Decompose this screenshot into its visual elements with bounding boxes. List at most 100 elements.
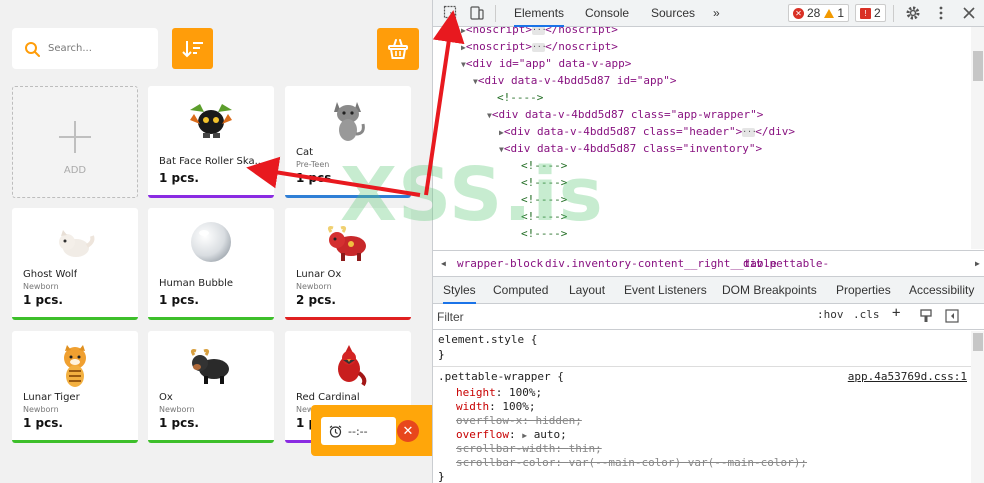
dom-node[interactable]: ▶<noscript>···</noscript> xyxy=(461,38,618,55)
tab-elements[interactable]: Elements xyxy=(514,0,565,27)
element-style-rule[interactable]: element.style { xyxy=(438,333,537,347)
tab-accessibility[interactable]: Accessibility xyxy=(909,277,974,304)
paint-brush-icon[interactable] xyxy=(919,309,933,323)
hover-state-toggle[interactable]: :hov xyxy=(817,308,844,321)
pet-name: Lunar Tiger xyxy=(23,392,80,403)
dom-comment[interactable]: <!----> xyxy=(497,89,543,106)
error-icon: ✕ xyxy=(793,7,804,19)
dom-comment[interactable]: <!----> xyxy=(521,191,567,208)
cat-icon xyxy=(323,96,373,144)
styles-pane[interactable]: element.style { } .pettable-wrapper { ap… xyxy=(433,331,971,483)
css-property[interactable]: height: 100%; xyxy=(456,386,542,400)
dom-comment[interactable]: <!----> xyxy=(521,208,567,225)
pet-card[interactable]: Human Bubble 1 pcs. xyxy=(148,208,274,320)
breadcrumb-right-arrow-icon[interactable]: ▶ xyxy=(975,251,980,277)
pet-quantity: 2 pcs. xyxy=(296,293,336,307)
inspect-element-icon[interactable] xyxy=(443,5,459,21)
pet-name: Red Cardinal xyxy=(296,392,360,403)
class-toggle[interactable]: .cls xyxy=(853,308,880,321)
dom-node[interactable]: ▼<div data-v-4bdd5d87 class="inventory"> xyxy=(499,140,762,157)
timer-widget: --:-- ✕ xyxy=(311,405,432,456)
style-rule-selector[interactable]: .pettable-wrapper { xyxy=(438,370,564,384)
rule-close-brace: } xyxy=(438,348,445,361)
tab-event-listeners[interactable]: Event Listeners xyxy=(624,277,707,304)
dom-node[interactable]: ▼<div id="app" data-v-app> xyxy=(461,55,631,72)
tab-dom-breakpoints[interactable]: DOM Breakpoints xyxy=(722,277,817,304)
red-cardinal-icon xyxy=(323,341,373,389)
styles-filter-input[interactable] xyxy=(437,307,807,327)
css-property[interactable]: overflow: ▶ auto; xyxy=(456,428,567,442)
ghost-wolf-icon xyxy=(50,218,100,266)
pet-card[interactable]: Bat Face Roller Ska... 1 pcs. xyxy=(148,86,274,198)
issue-icon: ! xyxy=(860,7,871,19)
pet-age: Newborn xyxy=(23,282,59,291)
styles-scrollbar[interactable] xyxy=(971,331,984,483)
css-property-overridden[interactable]: overflow-x: hidden; xyxy=(456,414,582,428)
tab-layout[interactable]: Layout xyxy=(569,277,605,304)
pet-name: Cat xyxy=(296,147,314,158)
dom-comment[interactable]: <!----> xyxy=(521,225,567,242)
bat-face-roller-skates-icon xyxy=(186,96,236,144)
css-property-overridden[interactable]: scrollbar-color: var(--main-color) var(-… xyxy=(456,456,807,470)
close-devtools-icon[interactable] xyxy=(961,5,977,21)
pet-quantity: 1 pcs. xyxy=(23,416,63,430)
breadcrumb-left-arrow-icon[interactable]: ◀ xyxy=(441,251,446,277)
pet-card[interactable]: Ox Newborn 1 pcs. xyxy=(148,331,274,443)
tab-computed[interactable]: Computed xyxy=(493,277,548,304)
ox-icon xyxy=(186,341,236,389)
tab-sources[interactable]: Sources xyxy=(651,0,695,27)
styles-subtabs: Styles Computed Layout Event Listeners D… xyxy=(433,277,984,304)
styles-filter-bar: :hov .cls + xyxy=(433,304,984,330)
warning-count: 1 xyxy=(837,6,845,20)
search-icon xyxy=(25,41,40,57)
dom-scrollbar[interactable] xyxy=(971,27,984,249)
pet-age: Pre-Teen xyxy=(296,160,330,169)
breadcrumb-item[interactable]: wrapper-block xyxy=(457,251,543,277)
timer-close-button[interactable]: ✕ xyxy=(397,420,419,442)
plus-icon xyxy=(59,121,91,153)
tab-console[interactable]: Console xyxy=(585,0,629,27)
pet-age: Newborn xyxy=(23,405,59,414)
more-options-icon[interactable] xyxy=(933,5,949,21)
new-style-rule-button[interactable]: + xyxy=(892,305,900,321)
add-pet-card[interactable]: ADD xyxy=(12,86,138,198)
sort-button[interactable] xyxy=(172,28,213,69)
tab-styles[interactable]: Styles xyxy=(443,277,476,304)
breadcrumb: ◀ wrapper-block div.inventory-content__r… xyxy=(433,250,984,296)
dom-node[interactable]: ▶<noscript>···</noscript> xyxy=(461,27,618,38)
toggle-sidebar-icon[interactable] xyxy=(945,309,959,323)
pet-quantity: 1 pcs. xyxy=(296,171,336,185)
more-tabs-button[interactable]: » xyxy=(713,0,720,27)
search-box[interactable] xyxy=(12,28,158,69)
dom-tree[interactable]: ▶<noscript>···</noscript> ▶<noscript>···… xyxy=(433,27,971,249)
pet-card[interactable]: Cat Pre-Teen 1 pcs. xyxy=(285,86,411,198)
issues-badge[interactable]: ✕ 28 1 xyxy=(788,4,850,22)
pet-card[interactable]: Ghost Wolf Newborn 1 pcs. xyxy=(12,208,138,320)
tab-properties[interactable]: Properties xyxy=(836,277,891,304)
pet-quantity: 1 pcs. xyxy=(159,293,199,307)
pet-card[interactable]: Lunar Tiger Newborn 1 pcs. xyxy=(12,331,138,443)
css-property-overridden[interactable]: scrollbar-width: thin; xyxy=(456,442,602,456)
pet-age: Newborn xyxy=(296,282,332,291)
scrollbar-thumb[interactable] xyxy=(973,51,983,81)
stylesheet-source-link[interactable]: app.4a53769d.css:1 xyxy=(848,370,967,384)
dom-comment[interactable]: <!----> xyxy=(521,157,567,174)
dom-comment[interactable]: <!----> xyxy=(521,174,567,191)
search-input[interactable] xyxy=(48,43,148,54)
pet-card[interactable]: Lunar Ox Newborn 2 pcs. xyxy=(285,208,411,320)
sort-icon xyxy=(181,40,203,57)
dom-node[interactable]: ▼<div data-v-4bdd5d87 class="app-wrapper… xyxy=(487,106,763,123)
issues-count-badge[interactable]: ! 2 xyxy=(855,4,886,22)
pet-quantity: 1 pcs. xyxy=(159,416,199,430)
device-toolbar-icon[interactable] xyxy=(469,5,485,21)
css-property[interactable]: width: 100%; xyxy=(456,400,536,414)
basket-button[interactable] xyxy=(377,28,419,70)
inventory-app: ADD Bat Face Roller Ska... 1 pcs. Cat Pr… xyxy=(0,0,432,483)
dom-node[interactable]: ▼<div data-v-4bdd5d87 id="app"> xyxy=(473,72,677,89)
pet-name: Ox xyxy=(159,392,173,403)
scrollbar-thumb[interactable] xyxy=(973,333,983,351)
dom-node[interactable]: ▶<div data-v-4bdd5d87 class="header">···… xyxy=(499,123,795,140)
toolbar-separator xyxy=(495,5,496,22)
settings-gear-icon[interactable] xyxy=(905,5,921,21)
issue-count: 2 xyxy=(874,6,881,20)
